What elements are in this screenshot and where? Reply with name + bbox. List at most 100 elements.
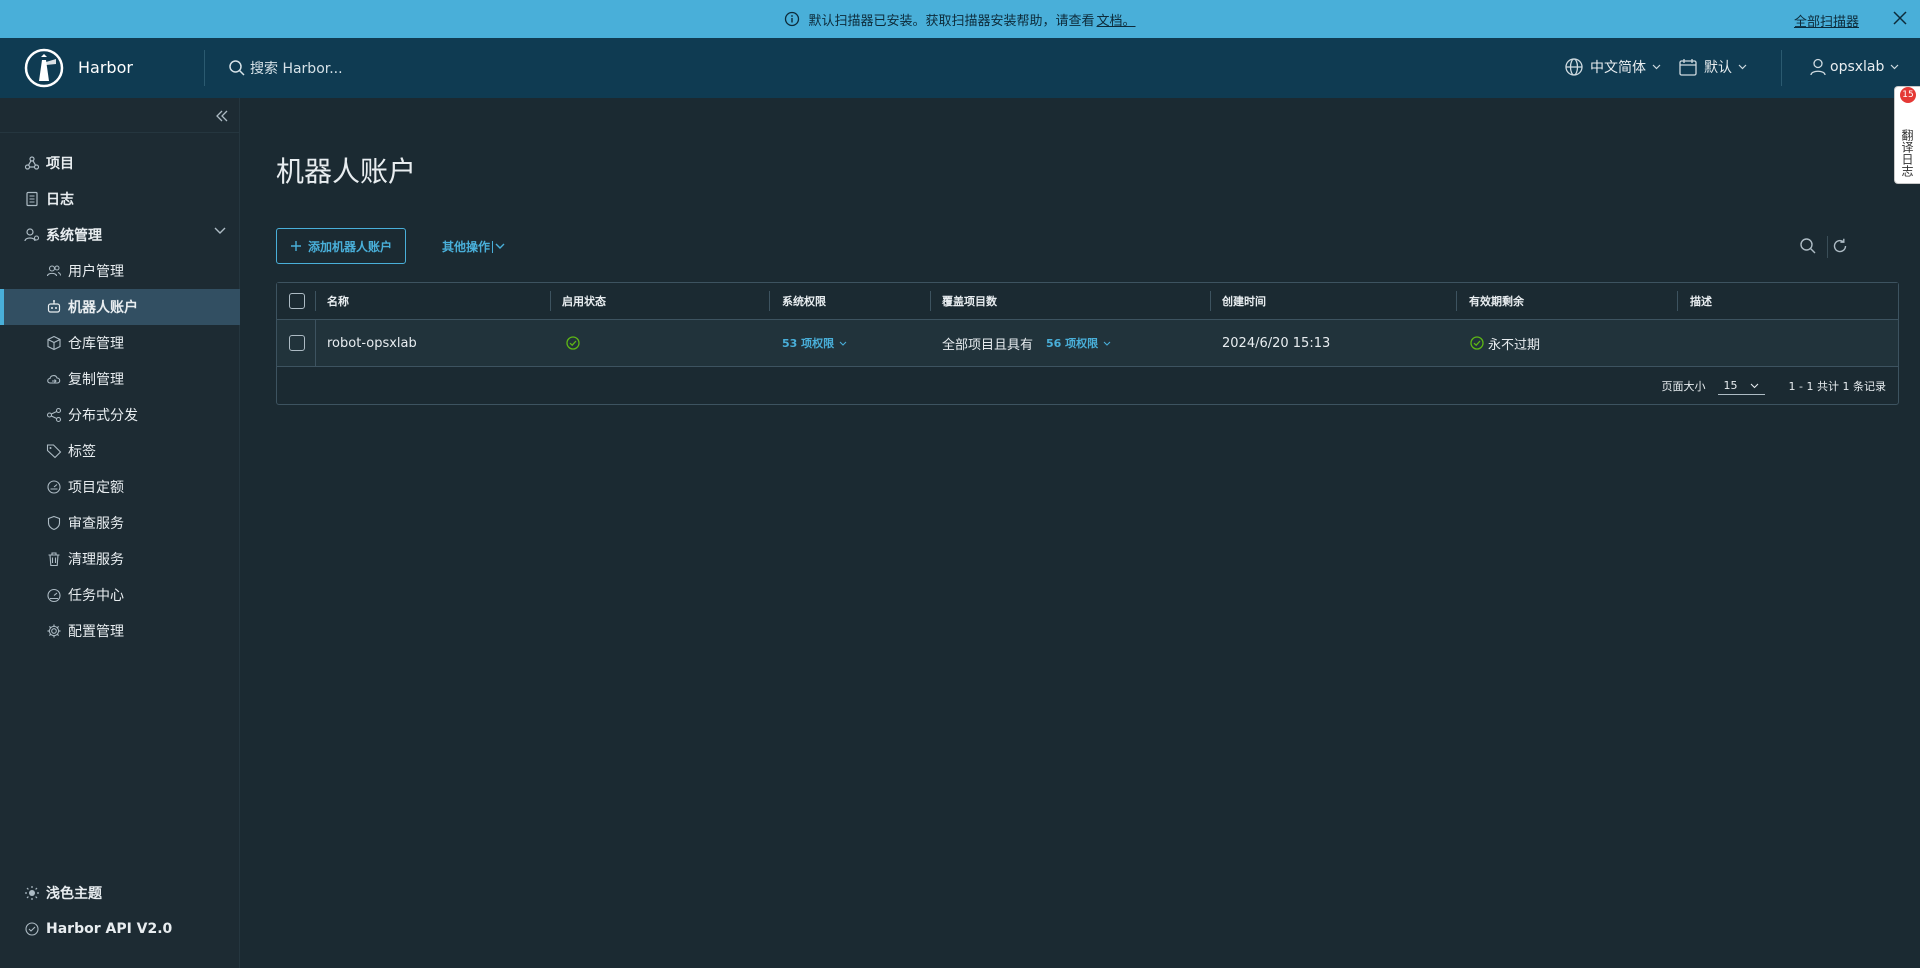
sidebar-item-gc[interactable]: 清理服务 [0, 541, 240, 577]
sidebar-item-jobs[interactable]: 任务中心 [0, 577, 240, 613]
column-header-created[interactable]: 创建时间 [1222, 283, 1266, 319]
header-divider [204, 50, 205, 86]
table-row[interactable]: robot-opsxlab 53 项权限 全部项目且具有 56 项权限 2024… [277, 320, 1898, 367]
add-robot-account-button[interactable]: 添加机器人账户 [276, 228, 407, 264]
add-button-label: 添加机器人账户 [308, 239, 393, 254]
column-header-projects[interactable]: 覆盖项目数 [942, 283, 997, 319]
search-icon[interactable] [1799, 237, 1817, 255]
plus-icon [291, 241, 301, 251]
sidebar-item-label: 项目 [46, 156, 74, 172]
collapse-sidebar-icon[interactable] [214, 108, 230, 124]
api-link[interactable]: Harbor API V2.0 [0, 911, 240, 947]
column-divider [930, 291, 931, 311]
projects-icon [24, 156, 40, 170]
column-header-description[interactable]: 描述 [1690, 283, 1712, 319]
page-size-label: 页面大小 [1661, 380, 1706, 393]
column-divider [1210, 291, 1211, 311]
close-icon[interactable] [1892, 10, 1908, 26]
quota-icon [47, 480, 61, 494]
sidebar-item-labels[interactable]: 标签 [0, 433, 240, 469]
sidebar-item-users[interactable]: 用户管理 [0, 253, 240, 289]
replication-icon [47, 375, 61, 384]
column-header-enabled[interactable]: 启用状态 [562, 283, 606, 319]
date-format-dropdown[interactable]: 默认 [1678, 57, 1747, 77]
projects-cell: 全部项目且具有 56 项权限 [942, 320, 1111, 366]
api-icon [25, 922, 39, 936]
language-dropdown[interactable]: 中文简体 [1564, 57, 1661, 77]
sidebar-item-robot-accounts[interactable]: 机器人账户 [0, 289, 240, 325]
project-permissions-link[interactable]: 56 项权限 [1046, 335, 1111, 351]
sidebar-item-admin[interactable]: 系统管理 [0, 217, 240, 253]
system-permissions-cell: 53 项权限 [782, 320, 847, 366]
harbor-logo-icon[interactable] [24, 48, 64, 88]
sidebar-item-distribution[interactable]: 分布式分发 [0, 397, 240, 433]
sidebar-divider [0, 132, 240, 133]
column-header-name[interactable]: 名称 [327, 283, 349, 319]
sidebar-item-label: 配置管理 [68, 624, 124, 640]
system-permissions-link[interactable]: 53 项权限 [782, 335, 847, 351]
tag-icon [46, 444, 62, 459]
sidebar-item-label: 机器人账户 [68, 300, 138, 316]
refresh-icon[interactable] [1831, 237, 1849, 255]
sidebar-item-projects[interactable]: 项目 [0, 145, 240, 181]
chevron-down-icon [1738, 64, 1747, 70]
gear-icon [47, 624, 61, 638]
theme-toggle[interactable]: 浅色主题 [0, 875, 240, 911]
sidebar: 项目 日志 系统管理 用户管理 机器人账户 仓库管理 复制管理 分布式分发 标签… [0, 98, 240, 968]
page-size-select[interactable]: 15 [1717, 377, 1765, 395]
column-divider [550, 291, 551, 311]
top-header: Harbor 搜索 Harbor... 中文简体 默认 opsxlab [0, 38, 1920, 98]
sidebar-item-label: 清理服务 [68, 552, 124, 568]
shield-icon [47, 515, 61, 531]
chevron-down-icon [1103, 341, 1111, 346]
check-circle-icon [566, 336, 580, 350]
sidebar-item-quotas[interactable]: 项目定额 [0, 469, 240, 505]
column-divider [315, 291, 316, 311]
projects-prefix: 全部项目且具有 [942, 337, 1034, 353]
sidebar-item-interrogation[interactable]: 审查服务 [0, 505, 240, 541]
sidebar-item-label: 项目定额 [68, 480, 124, 496]
sidebar-item-replications[interactable]: 复制管理 [0, 361, 240, 397]
sidebar-item-config[interactable]: 配置管理 [0, 613, 240, 649]
info-icon [785, 11, 800, 27]
user-menu[interactable]: opsxlab [1808, 57, 1899, 77]
users-icon [46, 265, 61, 277]
sidebar-item-label: 仓库管理 [68, 336, 124, 352]
sidebar-item-label: 复制管理 [68, 372, 124, 388]
sidebar-item-label: 用户管理 [68, 264, 124, 280]
column-header-system-permissions[interactable]: 系统权限 [782, 283, 826, 319]
sidebar-item-logs[interactable]: 日志 [0, 181, 240, 217]
page-title: 机器人账户 [276, 155, 417, 188]
column-divider [1456, 291, 1457, 311]
brand-name: Harbor [78, 58, 133, 77]
project-permissions-label: 56 项权限 [1046, 337, 1099, 350]
column-divider [1677, 291, 1678, 311]
robot-name: robot-opsxlab [327, 335, 417, 351]
sidebar-item-label: 日志 [46, 192, 74, 208]
row-checkbox[interactable] [289, 335, 305, 351]
sidebar-item-registries[interactable]: 仓库管理 [0, 325, 240, 361]
banner-doc-link[interactable]: 文档。 [1097, 10, 1136, 29]
check-circle-icon [1470, 336, 1484, 350]
row-select-cell [289, 320, 305, 366]
divider [492, 240, 494, 253]
more-actions-dropdown[interactable]: 其他操作 [442, 238, 505, 255]
chevron-down-icon [495, 243, 505, 249]
registry-icon [47, 335, 61, 351]
select-all-cell [289, 283, 305, 319]
robot-icon [47, 300, 61, 313]
select-all-checkbox[interactable] [289, 293, 305, 309]
column-divider [769, 291, 770, 311]
chevron-down-icon [1890, 64, 1899, 70]
column-header-expiry[interactable]: 有效期剩余 [1469, 283, 1524, 319]
float-tab-label: 翻译日志 [1900, 129, 1914, 177]
toolbar-divider [1827, 236, 1828, 258]
api-label: Harbor API V2.0 [46, 921, 173, 937]
sidebar-item-label: 审查服务 [68, 516, 124, 532]
sidebar-item-label: 标签 [68, 444, 96, 460]
search-icon [229, 60, 245, 76]
notification-badge: 15 [1900, 87, 1916, 103]
all-scanners-link[interactable]: 全部扫描器 [1794, 11, 1859, 30]
global-search[interactable]: 搜索 Harbor... [228, 58, 343, 78]
log-icon [26, 191, 38, 207]
